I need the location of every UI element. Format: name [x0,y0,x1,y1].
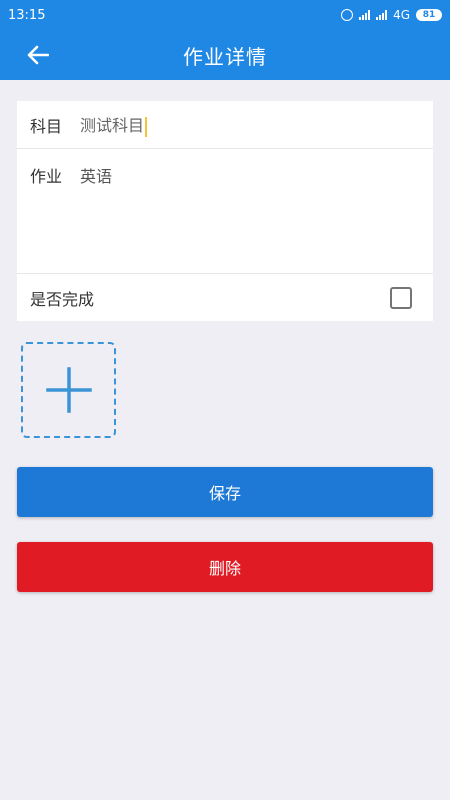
status-time: 13:15 [8,7,46,23]
page-title: 作业详情 [183,44,267,69]
add-photo-button[interactable] [21,342,116,438]
subject-value: 测试科目 [80,116,145,136]
subject-row: 科目 测试科目 [17,101,433,149]
app-bar: 作业详情 [0,30,450,80]
signal-icon [376,10,388,20]
homework-row: 作业 英语 [17,149,433,274]
homework-input[interactable]: 英语 [80,163,112,187]
completed-checkbox[interactable] [390,286,412,309]
completed-row: 是否完成 [17,274,433,321]
homework-form: 科目 测试科目 作业 英语 是否完成 [17,101,433,321]
subject-input[interactable]: 测试科目 [80,112,148,137]
status-icons: 4G 81 [341,8,442,22]
completed-label: 是否完成 [30,289,95,309]
back-button[interactable] [18,40,58,70]
subject-label: 科目 [30,116,63,136]
text-cursor [145,116,148,137]
signal-icon [359,10,371,20]
homework-label: 作业 [30,167,63,186]
network-type: 4G [393,8,410,22]
delete-button[interactable]: 删除 [17,542,433,592]
save-button[interactable]: 保存 [17,467,433,517]
alarm-icon [341,9,354,21]
arrow-left-icon [27,45,49,65]
battery-level: 81 [422,9,436,20]
status-bar: 13:15 4G 81 [0,0,450,30]
plus-icon [45,367,92,413]
battery-icon: 81 [416,9,442,21]
